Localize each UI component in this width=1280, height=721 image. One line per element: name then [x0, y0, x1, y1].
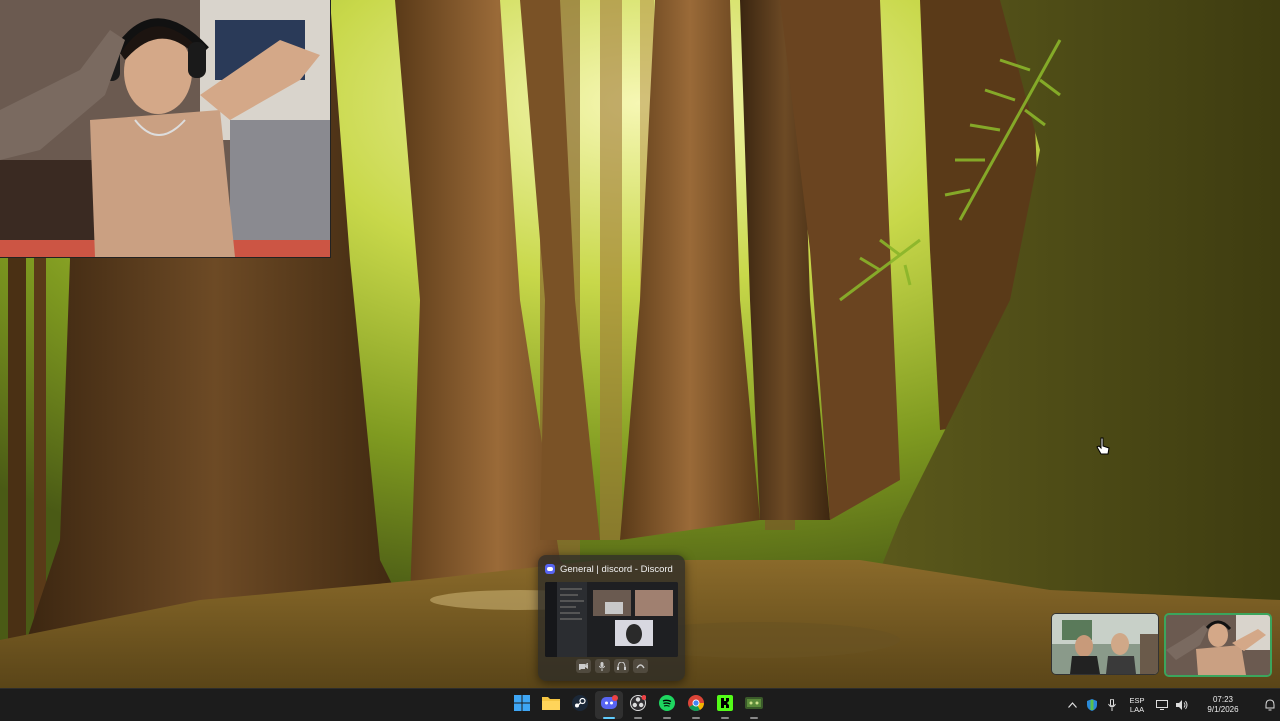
kick-icon — [717, 694, 733, 716]
taskbar-app-list — [508, 689, 768, 721]
discord-icon — [600, 694, 618, 716]
spotify-icon — [659, 694, 675, 716]
discord-window-preview[interactable]: General | discord - Discord — [538, 555, 685, 681]
call-participant-tile[interactable] — [1051, 613, 1159, 675]
active-indicator — [603, 717, 615, 719]
taskbar-game[interactable] — [740, 691, 768, 719]
network-icon[interactable] — [1152, 693, 1172, 717]
preview-thumbnail[interactable] — [545, 582, 678, 657]
discord-icon — [545, 564, 555, 574]
taskbar-file-explorer[interactable] — [537, 691, 565, 719]
microphone-icon[interactable] — [594, 659, 610, 673]
chrome-icon — [688, 694, 704, 716]
security-shield-icon[interactable] — [1082, 693, 1102, 717]
notifications-icon[interactable] — [1260, 693, 1280, 717]
clock-time: 07:23 — [1212, 695, 1234, 704]
taskbar: ESP LAA 07:23 9/1/2026 — [0, 688, 1280, 721]
system-tray: ESP LAA 07:23 9/1/2026 — [1062, 689, 1280, 721]
open-indicator — [750, 717, 758, 719]
taskbar-kick[interactable] — [711, 691, 739, 719]
open-indicator — [663, 717, 671, 719]
camera-icon[interactable] — [575, 659, 591, 673]
steam-icon — [572, 694, 588, 716]
taskbar-spotify[interactable] — [653, 691, 681, 719]
taskbar-chrome[interactable] — [682, 691, 710, 719]
open-indicator — [634, 717, 642, 719]
open-indicator — [692, 717, 700, 719]
taskbar-discord[interactable] — [595, 691, 623, 719]
taskbar-obs[interactable] — [624, 691, 652, 719]
mouse-cursor-icon — [1096, 437, 1110, 457]
headphones-icon[interactable] — [613, 659, 629, 673]
taskbar-steam[interactable] — [566, 691, 594, 719]
input-language[interactable]: ESP LAA — [1122, 693, 1152, 717]
chevron-up-icon[interactable] — [1062, 693, 1082, 717]
open-indicator — [721, 717, 729, 719]
hang-up-icon[interactable] — [632, 659, 648, 673]
volume-icon[interactable] — [1172, 693, 1192, 717]
windows-start-icon — [514, 694, 530, 716]
obs-icon — [630, 694, 647, 716]
call-participant-tile-speaking[interactable] — [1164, 613, 1272, 677]
keyboard-layout: LAA — [1129, 705, 1145, 714]
clock-date: 9/1/2026 — [1207, 705, 1239, 714]
start-button[interactable] — [508, 691, 536, 719]
preview-title: General | discord - Discord — [560, 563, 673, 575]
webcam-overlay — [0, 0, 331, 258]
folder-icon — [542, 695, 560, 715]
language-code: ESP — [1129, 696, 1145, 705]
microphone-icon[interactable] — [1102, 693, 1122, 717]
controller-icon — [745, 696, 763, 715]
clock[interactable]: 07:23 9/1/2026 — [1192, 693, 1260, 717]
